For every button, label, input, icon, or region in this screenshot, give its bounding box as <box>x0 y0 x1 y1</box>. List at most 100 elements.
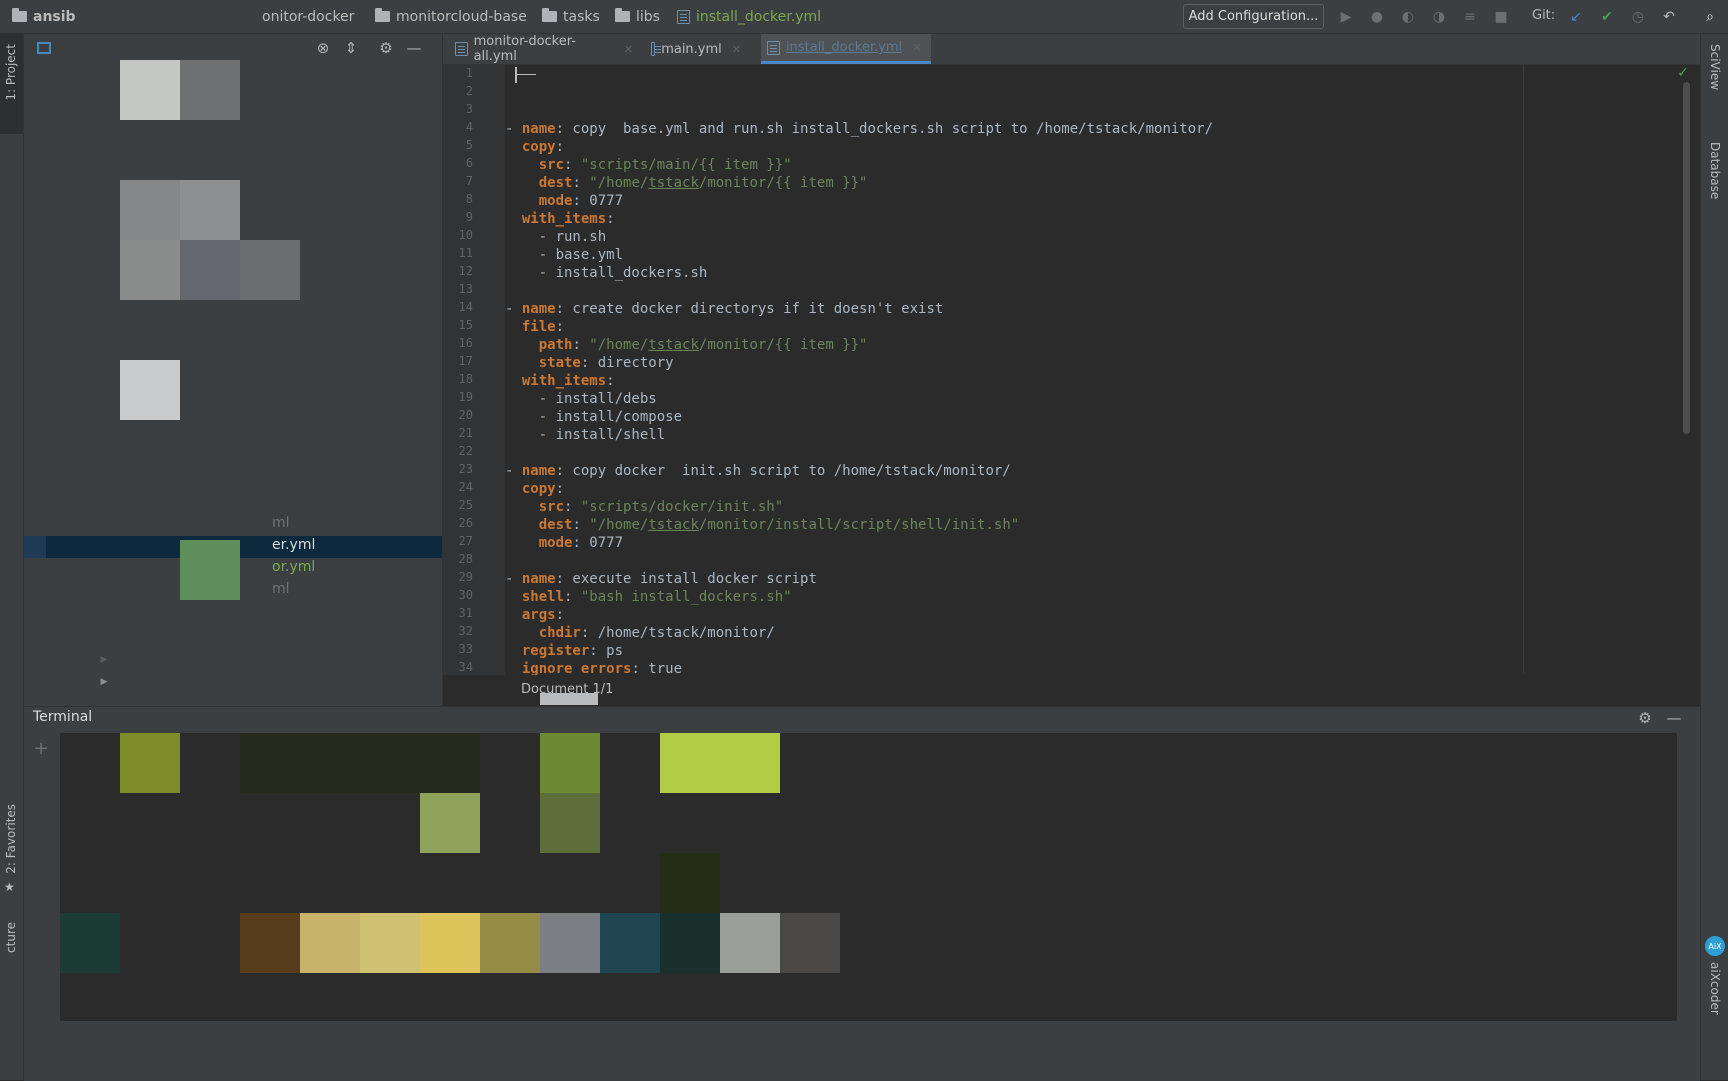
obscured-terminal-block <box>660 913 720 973</box>
git-label: Git: <box>1532 8 1556 23</box>
navigation-bar: ansib onitor-docker monitorcloud-base ta… <box>0 0 1728 34</box>
debug-icon[interactable]: ● <box>1367 7 1387 27</box>
line-number: 17 <box>458 354 473 368</box>
obscured-terminal-block <box>720 913 780 973</box>
obscured-terminal-block <box>780 913 840 973</box>
project-view-icon[interactable] <box>37 42 51 54</box>
code-line: - install/compose <box>505 409 683 425</box>
tree-file-item[interactable]: or.yml <box>272 559 315 575</box>
code-line: - name: copy base.yml and run.sh install… <box>505 121 1214 137</box>
new-session-button[interactable]: + <box>32 738 50 759</box>
favorites-tool-label[interactable]: 2: Favorites <box>4 804 18 874</box>
stop-icon[interactable]: ■ <box>1491 7 1511 27</box>
line-number: 28 <box>458 552 473 566</box>
editor-status-bar: Document 1/1 <box>443 675 1700 705</box>
line-number: 9 <box>465 210 473 224</box>
search-icon[interactable]: ⌕ <box>1700 7 1720 27</box>
git-commit-icon[interactable]: ✔ <box>1597 7 1617 27</box>
tab-install-docker[interactable]: install_docker.yml ✕ <box>761 34 931 64</box>
obscured-terminal-block <box>540 733 600 793</box>
tab-label: main.yml <box>661 41 722 57</box>
code-line: dest: "/home/tstack/monitor/install/scri… <box>538 517 1020 533</box>
code-editor[interactable]: - name: copy base.yml and run.sh install… <box>505 65 1695 677</box>
code-line: - name: create docker directorys if it d… <box>505 301 944 317</box>
sciview-tool-label[interactable]: SciView <box>1708 44 1722 90</box>
line-number: 26 <box>458 516 473 530</box>
obscured-tree-block <box>120 360 180 420</box>
tree-file-item[interactable]: ml <box>272 581 290 597</box>
breadcrumb-project[interactable]: ansib <box>12 0 76 33</box>
breadcrumb-label: onitor-docker <box>262 8 355 25</box>
close-icon[interactable]: ✕ <box>732 43 741 56</box>
line-number: 3 <box>465 102 473 116</box>
aixcoder-tool-label[interactable]: aiXcoder <box>1708 962 1722 1015</box>
run-icon[interactable]: ▶ <box>1336 7 1356 27</box>
project-panel: ⊗ ⇕ ⚙ — ml er.yml or.yml ml ▶ ▶ <box>24 34 443 706</box>
breadcrumb-file[interactable]: install_docker.yml <box>677 0 821 33</box>
line-number: 34 <box>458 660 473 674</box>
code-line: copy: <box>521 481 565 497</box>
add-configuration-button[interactable]: Add Configuration... <box>1183 4 1324 29</box>
line-number: 10 <box>458 228 473 242</box>
build-icon[interactable]: ≡ <box>1460 7 1480 27</box>
breadcrumb-folder[interactable]: libs <box>615 0 660 33</box>
expand-arrow-icon[interactable]: ▶ <box>98 676 110 688</box>
line-number: 20 <box>458 408 473 422</box>
line-number: 19 <box>458 390 473 404</box>
obscured-tree-block <box>120 240 180 300</box>
code-line: mode: 0777 <box>538 535 624 551</box>
line-number: 29 <box>458 570 473 584</box>
line-number: 25 <box>458 498 473 512</box>
minimize-icon[interactable]: — <box>405 39 423 57</box>
code-line: with_items: <box>521 211 615 227</box>
obscured-terminal-block <box>660 853 720 913</box>
code-line: state: directory <box>538 355 674 371</box>
profile-icon[interactable]: ◑ <box>1429 7 1449 27</box>
line-number: 13 <box>458 282 473 296</box>
close-icon[interactable]: ✕ <box>912 41 921 54</box>
gear-icon[interactable]: ⚙ <box>1636 709 1654 727</box>
line-number: 30 <box>458 588 473 602</box>
check-icon: ✓ <box>1677 65 1689 81</box>
tree-file-item[interactable]: ml <box>272 515 290 531</box>
editor-gutter: 1 2 3 4 5 6 7 8 9 10 11 12 13 14 15 16 1… <box>443 65 505 675</box>
obscured-terminal-block <box>480 913 540 973</box>
code-line: args: <box>521 607 565 623</box>
breadcrumb-folder[interactable]: monitorcloud-base <box>375 0 527 33</box>
project-tool-button[interactable]: 1: Project <box>0 34 23 134</box>
code-line: - install/debs <box>505 391 657 407</box>
collapse-all-icon[interactable]: ⇕ <box>342 39 360 57</box>
git-update-icon[interactable]: ↙ <box>1566 7 1586 27</box>
breadcrumb-module[interactable]: onitor-docker <box>262 0 354 33</box>
locate-icon[interactable]: ⊗ <box>314 39 332 57</box>
terminal-output[interactable] <box>60 733 1677 1021</box>
tab-main[interactable]: main.yml ✕ <box>645 34 747 64</box>
editor-scrollbar[interactable] <box>1683 82 1690 434</box>
obscured-tree-block <box>180 540 240 600</box>
tree-file-item[interactable]: er.yml <box>272 537 315 553</box>
code-line: - name: execute install docker script <box>505 571 817 587</box>
line-number: 31 <box>458 606 473 620</box>
folder-icon <box>375 8 390 22</box>
structure-tool-label[interactable]: cture <box>4 922 18 953</box>
coverage-icon[interactable]: ◐ <box>1398 7 1418 27</box>
history-icon[interactable]: ◷ <box>1628 7 1648 27</box>
project-tool-label: 1: Project <box>4 44 18 101</box>
close-icon[interactable]: ✕ <box>624 43 633 56</box>
code-line: register: ps <box>521 643 624 659</box>
obscured-terminal-block <box>240 913 300 973</box>
expand-arrow-icon[interactable]: ▶ <box>98 654 110 666</box>
gear-icon[interactable]: ⚙ <box>377 39 395 57</box>
obscured-terminal-block <box>240 733 480 793</box>
tab-monitor-docker-all[interactable]: monitor-docker-all.yml ✕ <box>449 34 639 64</box>
code-line: src: "scripts/main/{{ item }}" <box>538 157 792 173</box>
undo-icon[interactable]: ↶ <box>1659 7 1679 27</box>
obscured-tree-block <box>120 180 180 240</box>
line-number: 8 <box>465 192 473 206</box>
database-tool-label[interactable]: Database <box>1708 142 1722 199</box>
tab-label: install_docker.yml <box>786 40 903 55</box>
yaml-file-icon <box>677 9 690 24</box>
breadcrumb-folder[interactable]: tasks <box>542 0 600 33</box>
minimize-icon[interactable]: — <box>1665 709 1683 727</box>
obscured-terminal-block <box>540 913 600 973</box>
